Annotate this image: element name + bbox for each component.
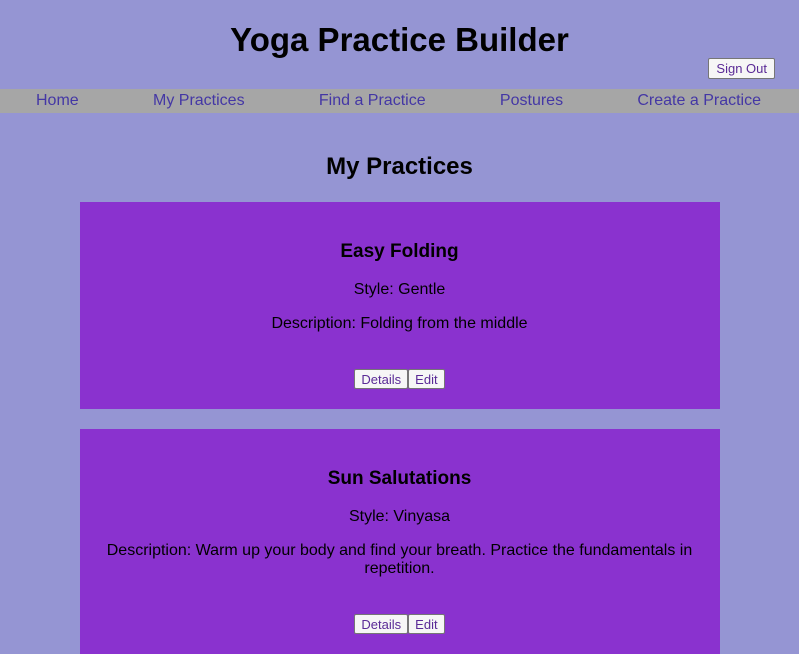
page-heading: My Practices [326, 153, 473, 180]
edit-button[interactable]: Edit [408, 369, 445, 389]
nav-link-postures[interactable]: Postures [500, 89, 563, 113]
details-button[interactable]: Details [354, 369, 409, 389]
practice-list: Easy Folding Style: Gentle Description: … [0, 202, 799, 654]
sign-out-button[interactable]: Sign Out [708, 58, 775, 79]
practice-card: Easy Folding Style: Gentle Description: … [79, 202, 720, 409]
practice-name: Sun Salutations [327, 468, 472, 489]
practice-description: Description: Folding from the middle [271, 315, 528, 332]
nav-link-find-a-practice[interactable]: Find a Practice [319, 89, 426, 113]
nav-link-my-practices[interactable]: My Practices [153, 89, 245, 113]
edit-button[interactable]: Edit [408, 614, 445, 634]
practice-actions: Details Edit [80, 369, 720, 389]
nav-link-home[interactable]: Home [36, 89, 79, 113]
app-title: Yoga Practice Builder [230, 21, 569, 58]
nav-link-create-a-practice[interactable]: Create a Practice [637, 89, 761, 113]
practice-style: Style: Vinyasa [348, 508, 451, 525]
practice-card: Sun Salutations Style: Vinyasa Descripti… [79, 429, 720, 654]
practice-description: Description: Warm up your body and find … [106, 542, 693, 577]
main-nav: Home My Practices Find a Practice Postur… [0, 89, 799, 113]
practice-style: Style: Gentle [353, 281, 446, 298]
practice-actions: Details Edit [80, 614, 720, 634]
practice-name: Easy Folding [340, 241, 459, 262]
main-content: My Practices Easy Folding Style: Gentle … [0, 152, 799, 654]
details-button[interactable]: Details [354, 614, 409, 634]
app-header: Yoga Practice Builder Sign Out [0, 0, 799, 89]
